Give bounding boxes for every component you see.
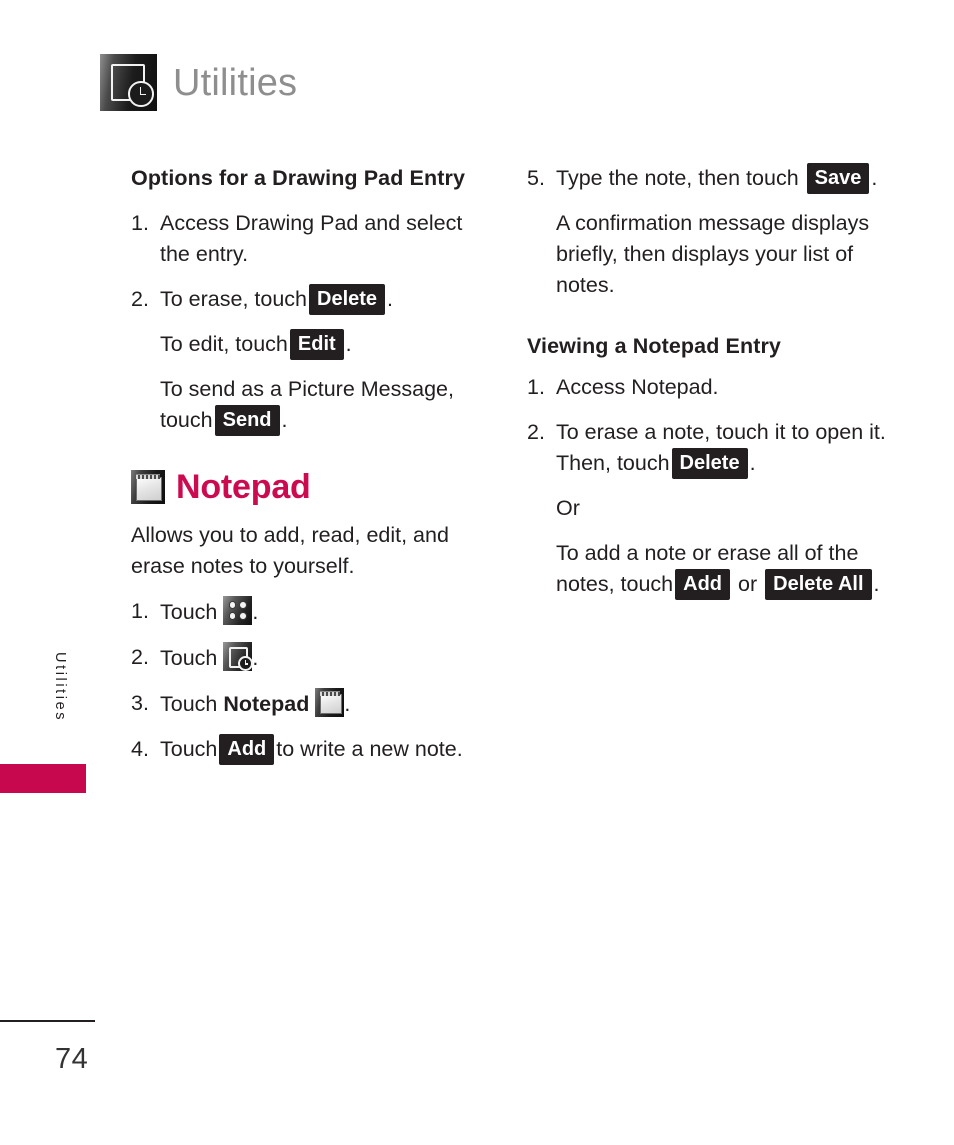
list-number: 5. (527, 166, 545, 190)
trailing-punctuation: . (344, 692, 351, 716)
list-number: 2. (131, 287, 149, 311)
trailing-punctuation: . (749, 451, 756, 475)
alternative-label: Or (556, 496, 580, 520)
step-lead-text: To erase, touch (160, 287, 308, 311)
section-heading-notepad-text: Notepad (176, 468, 311, 506)
substep-send: To send as a Picture Message, touch Send. (160, 374, 493, 436)
notepad-description: Allows you to add, read, edit, and erase… (131, 523, 449, 578)
side-chapter-tab (0, 764, 86, 793)
utilities-clock-icon[interactable] (223, 642, 253, 671)
left-column: Options for a Drawing Pad Entry 1. Acces… (131, 163, 493, 779)
trailing-punctuation: . (873, 572, 880, 596)
notepad-icon[interactable] (315, 688, 345, 717)
list-item: 4. Touch Add to write a new note. (131, 734, 493, 765)
footer-divider (0, 1020, 95, 1022)
step-lead-text: Touch (160, 646, 218, 670)
side-chapter-label-text: Utilities (51, 652, 68, 723)
step-lead-text: Touch (160, 692, 218, 716)
alternative-instruction: To add a note or erase all of the notes,… (556, 538, 897, 600)
key-label-delete[interactable]: Delete (671, 448, 748, 479)
section-heading-drawing-pad-options: Options for a Drawing Pad Entry (131, 166, 465, 190)
utilities-clock-icon (100, 54, 157, 111)
list-item: 5. Type the note, then touch Save. (527, 163, 897, 194)
trailing-punctuation: . (252, 646, 259, 670)
list-text: To erase a note, touch it to open it. Th… (556, 417, 897, 479)
list-text: Touch . (160, 642, 493, 674)
list-item: 1. Access Drawing Pad and select the ent… (131, 208, 493, 270)
list-number: 1. (527, 375, 545, 399)
list-item: 1. Access Notepad. (527, 372, 897, 403)
step-trail-text: to write a new note. (276, 737, 463, 761)
side-chapter-label: Utilities (0, 620, 95, 770)
list-number: 2. (527, 420, 545, 444)
step-lead-text: Touch (160, 600, 218, 624)
page-header: Utilities (100, 54, 297, 111)
step-lead-text: Touch (160, 737, 218, 761)
key-label-send[interactable]: Send (214, 405, 280, 436)
list-text: Type the note, then touch Save. (556, 163, 897, 194)
step-lead-text: Type the note, then touch (556, 166, 799, 190)
list-text: Access Notepad. (556, 375, 719, 399)
list-item: 2. Touch . (131, 642, 493, 674)
section-heading-notepad: Notepad (131, 470, 493, 504)
substep-edit: To edit, touch Edit. (160, 329, 493, 360)
grid-menu-icon[interactable] (223, 596, 253, 625)
key-label-add[interactable]: Add (219, 734, 275, 765)
list-item: 1. Touch . (131, 596, 493, 628)
key-label-delete-all[interactable]: Delete All (765, 569, 872, 600)
menu-name-notepad: Notepad (223, 692, 310, 716)
list-text: Touch Notepad . (160, 688, 493, 720)
key-label-save[interactable]: Save (806, 163, 870, 194)
key-label-add[interactable]: Add (675, 569, 731, 600)
key-label-edit[interactable]: Edit (289, 329, 344, 360)
page-number: 74 (55, 1043, 89, 1075)
conjunction-text: or (738, 572, 758, 596)
key-label-delete[interactable]: Delete (309, 284, 386, 315)
substep-lead-text: To send as a Picture Message, touch (160, 377, 454, 432)
list-number: 1. (131, 211, 149, 235)
section-heading-viewing-notepad-entry: Viewing a Notepad Entry (527, 334, 781, 358)
trailing-punctuation: . (252, 600, 259, 624)
trailing-punctuation: . (281, 408, 288, 432)
notepad-icon (131, 470, 165, 504)
list-item: 2. To erase a note, touch it to open it.… (527, 417, 897, 479)
trailing-punctuation: . (387, 287, 394, 311)
list-text: To erase, touch Delete. (160, 284, 493, 315)
page-title: Utilities (173, 61, 298, 104)
list-text: Touch . (160, 596, 493, 628)
list-text: Access Drawing Pad and select the entry. (160, 211, 463, 266)
step5-note: A confirmation message displays briefly,… (556, 211, 870, 297)
list-number: 3. (131, 691, 149, 715)
trailing-punctuation: . (345, 332, 352, 356)
list-number: 2. (131, 645, 149, 669)
list-item: 2. To erase, touch Delete. (131, 284, 493, 315)
list-number: 4. (131, 737, 149, 761)
list-item: 3. Touch Notepad . (131, 688, 493, 720)
list-number: 1. (131, 599, 149, 623)
list-text: Touch Add to write a new note. (160, 734, 493, 765)
right-column: 5. Type the note, then touch Save. A con… (527, 163, 897, 614)
substep-lead-text: To edit, touch (160, 332, 288, 356)
trailing-punctuation: . (871, 166, 878, 190)
